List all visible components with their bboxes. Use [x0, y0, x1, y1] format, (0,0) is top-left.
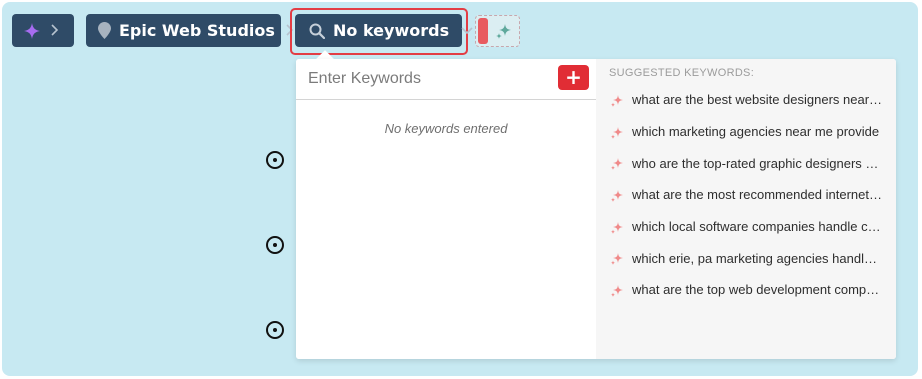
keywords-label: No keywords — [333, 21, 450, 40]
suggested-keyword-item[interactable]: who are the top-rated graphic designers … — [596, 147, 896, 179]
breadcrumb-keywords-dropdown[interactable]: No keywords — [295, 14, 473, 47]
suggested-keyword-item[interactable]: which local software companies handle cu… — [596, 211, 896, 243]
suggested-keyword-item[interactable]: what are the most recommended internet m… — [596, 179, 896, 211]
suggested-keyword-text: which erie, pa marketing agencies handle… — [632, 250, 884, 266]
suggested-keywords-heading: SUGGESTED KEYWORDS: — [609, 67, 755, 79]
status-marker — [478, 18, 488, 44]
entered-keywords-pane: + No keywords entered — [296, 59, 596, 359]
search-icon — [309, 23, 325, 39]
sparkle-icon — [24, 22, 40, 39]
breadcrumb-ai-item[interactable] — [12, 14, 74, 47]
anchor-target-icon[interactable] — [266, 151, 284, 169]
suggested-keywords-list: what are the best website designers near… — [596, 84, 896, 306]
sparkles-icon — [495, 22, 513, 44]
chevron-down-icon — [461, 26, 473, 35]
suggested-keyword-text: who are the top-rated graphic designers … — [632, 155, 884, 171]
sparkles-icon — [610, 93, 624, 107]
map-pin-icon — [98, 22, 111, 39]
add-keyword-button[interactable]: + — [558, 65, 589, 90]
breadcrumb-location[interactable]: Epic Web Studios — [86, 14, 294, 47]
sparkles-icon — [610, 251, 624, 266]
sparkles-icon — [610, 220, 624, 234]
keyword-input-row: + — [296, 59, 596, 100]
ai-suggest-button[interactable] — [475, 15, 520, 47]
chevron-right-icon — [50, 21, 59, 40]
suggested-keyword-text: what are the best website designers near… — [632, 92, 884, 108]
keywords-dropdown-panel: + No keywords entered SUGGESTED KEYWORDS… — [296, 59, 896, 359]
sparkles-icon — [610, 156, 624, 171]
suggested-keyword-item[interactable]: which marketing agencies near me provide — [596, 116, 896, 148]
suggested-keyword-text: which marketing agencies near me provide — [632, 124, 880, 140]
suggested-keyword-text: which local software companies handle cu… — [632, 219, 884, 235]
keyword-input[interactable] — [296, 59, 546, 98]
location-label: Epic Web Studios — [119, 21, 275, 40]
sparkles-icon — [610, 283, 624, 297]
suggested-keyword-item[interactable]: what are the best website designers near… — [596, 84, 896, 116]
anchor-target-icon[interactable] — [266, 236, 284, 254]
empty-keywords-message: No keywords entered — [384, 121, 508, 136]
suggested-keyword-item[interactable]: which erie, pa marketing agencies handle… — [596, 242, 896, 274]
suggested-keyword-text: what are the most recommended internet m… — [632, 187, 884, 203]
suggested-keywords-pane: SUGGESTED KEYWORDS: what are the best we… — [596, 59, 896, 359]
sparkles-icon — [610, 188, 624, 202]
suggested-keyword-text: what are the top web development compani… — [632, 282, 884, 298]
sparkles-icon — [610, 125, 624, 139]
anchor-target-icon[interactable] — [266, 321, 284, 339]
suggested-keyword-item[interactable]: what are the top web development compani… — [596, 274, 896, 306]
